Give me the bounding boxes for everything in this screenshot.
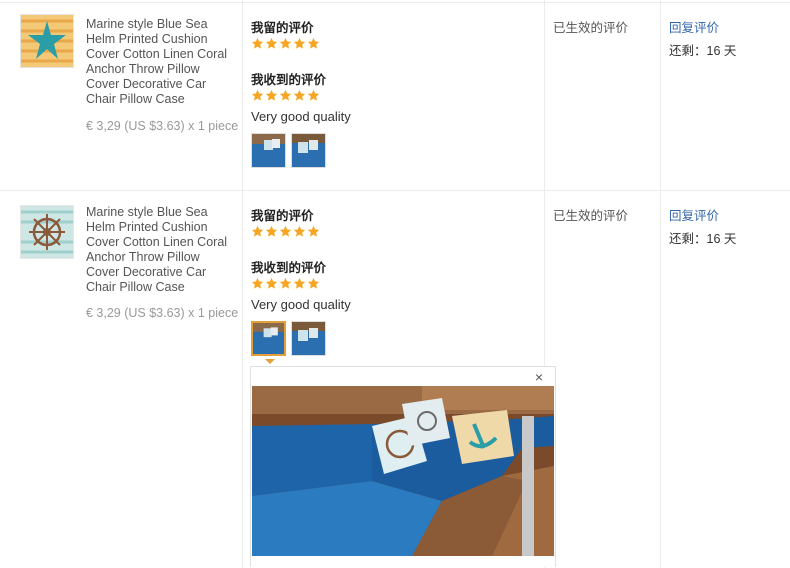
star-icon	[293, 277, 306, 290]
review-photo[interactable]	[291, 321, 326, 356]
star-icon	[279, 89, 292, 102]
product-thumbnail[interactable]	[20, 14, 74, 68]
star-icon	[279, 277, 292, 290]
review-photo-selected[interactable]	[251, 321, 286, 356]
product-price: € 3,29 (US $3.63) x 1 piece	[86, 119, 239, 133]
review-status: 已生效的评价	[553, 21, 629, 35]
star-icon	[293, 37, 306, 50]
review-status: 已生效的评价	[553, 209, 629, 223]
time-remaining: 还剩：16 天	[669, 44, 737, 58]
review-comment: Very good quality	[251, 297, 351, 312]
star-icon	[293, 89, 306, 102]
review-comment: Very good quality	[251, 109, 351, 124]
starfish-icon	[21, 15, 73, 67]
review-list: Marine style Blue Sea Helm Printed Cushi…	[0, 0, 790, 568]
product-name[interactable]: Marine style Blue Sea Helm Printed Cushi…	[86, 17, 236, 107]
review-photos	[251, 133, 326, 168]
received-rating-stars	[251, 89, 320, 103]
star-icon	[293, 225, 306, 238]
my-rating-stars	[251, 225, 320, 239]
star-icon	[307, 89, 320, 102]
review-photo[interactable]	[251, 133, 286, 168]
my-review-label: 我留的评价	[251, 209, 314, 223]
time-remaining: 还剩：16 天	[669, 232, 737, 246]
reply-review-link[interactable]: 回复评价	[669, 205, 719, 224]
photo-preview-popup: ×	[250, 366, 556, 567]
preview-pointer	[265, 359, 275, 364]
review-row: Marine style Blue Sea Helm Printed Cushi…	[0, 191, 790, 568]
reply-review-link[interactable]: 回复评价	[669, 17, 719, 36]
product-thumbnail[interactable]	[20, 205, 74, 259]
product-name[interactable]: Marine style Blue Sea Helm Printed Cushi…	[86, 205, 236, 295]
star-icon	[265, 225, 278, 238]
my-rating-stars	[251, 37, 320, 51]
star-icon	[265, 277, 278, 290]
star-icon	[265, 89, 278, 102]
received-review-label: 我收到的评价	[251, 73, 327, 87]
star-icon	[251, 37, 264, 50]
star-icon	[279, 37, 292, 50]
helm-icon	[21, 206, 73, 258]
received-rating-stars	[251, 277, 320, 291]
received-review-label: 我收到的评价	[251, 261, 327, 275]
star-icon	[251, 89, 264, 102]
star-icon	[279, 225, 292, 238]
my-review-label: 我留的评价	[251, 21, 314, 35]
review-photos	[251, 321, 326, 356]
product-price: € 3,29 (US $3.63) x 1 piece	[86, 306, 239, 320]
star-icon	[307, 277, 320, 290]
star-icon	[251, 277, 264, 290]
star-icon	[307, 37, 320, 50]
preview-image	[252, 386, 554, 556]
star-icon	[251, 225, 264, 238]
review-photo[interactable]	[291, 133, 326, 168]
star-icon	[307, 225, 320, 238]
review-row: Marine style Blue Sea Helm Printed Cushi…	[0, 0, 790, 190]
close-icon[interactable]: ×	[532, 370, 546, 384]
star-icon	[265, 37, 278, 50]
